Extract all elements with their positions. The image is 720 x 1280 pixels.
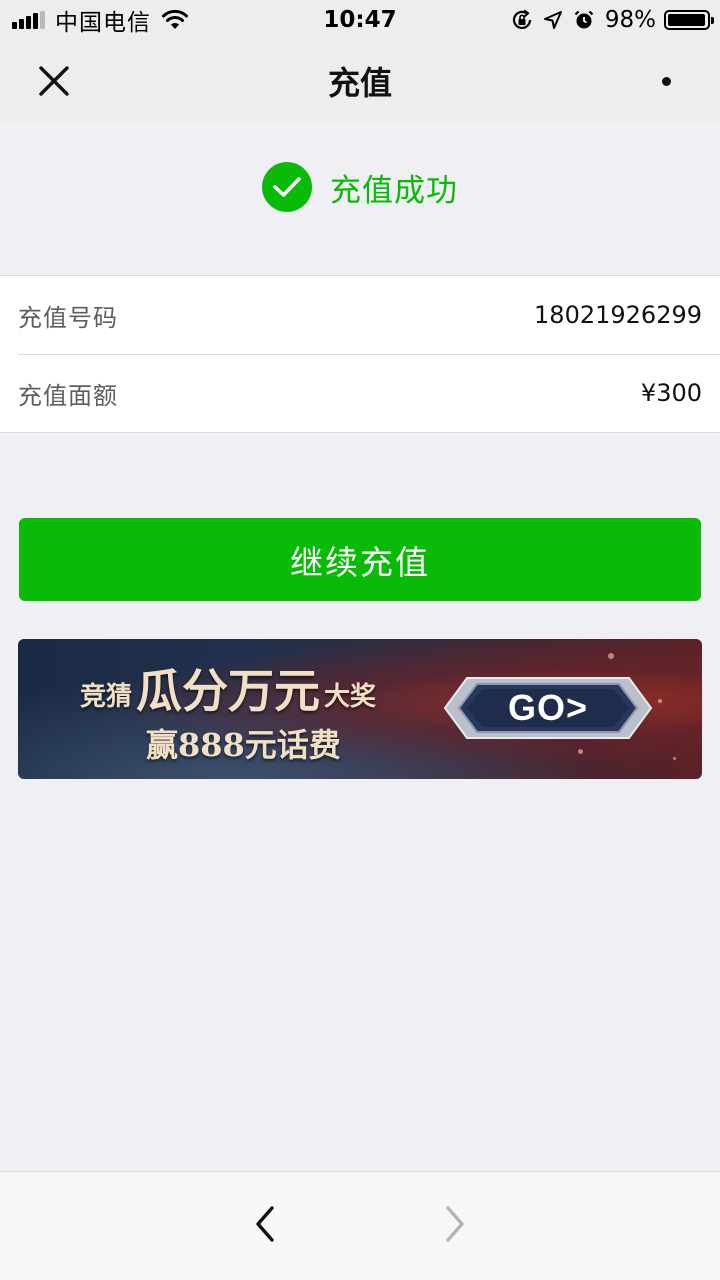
promo-main: 瓜分万元 [136,664,321,718]
promo-subline: 赢888元话费 [146,726,341,764]
detail-label: 充值面额 [18,381,118,410]
status-right: 98% [511,0,714,40]
promo-prefix: 竞猜 [80,682,133,712]
promo-go-button[interactable]: GO> [443,673,653,743]
success-banner: 充值成功 [0,122,720,252]
go-label: GO> [507,687,589,728]
detail-value: 18021926299 [534,301,702,329]
check-circle-icon [262,162,312,212]
back-button[interactable] [235,1194,295,1254]
continue-recharge-button[interactable]: 继续充值 [19,518,701,601]
promo-headline: 竞猜 瓜分万元 大奖 [80,649,376,721]
detail-label: 充值号码 [18,303,118,332]
promo-banner[interactable]: 竞猜 瓜分万元 大奖 赢888元话费 GO> [18,639,702,779]
more-button[interactable] [636,52,696,110]
top-chrome: 中国电信 10:47 98% 充值 [0,0,720,122]
alarm-icon [573,9,595,31]
forward-button[interactable] [425,1194,485,1254]
detail-row-amount: 充值面额 ¥300 [18,354,702,432]
battery-percent: 98% [604,7,656,33]
battery-icon [664,10,714,30]
recharge-details: 充值号码 18021926299 充值面额 ¥300 [0,275,720,433]
sparkle-decoration [608,653,614,659]
close-button[interactable] [24,52,84,110]
close-icon [39,66,69,96]
success-message: 充值成功 [330,172,458,209]
page-title: 充值 [327,64,392,102]
promo-suffix: 大奖 [324,682,377,712]
chevron-left-icon [256,1206,274,1242]
sparkle-decoration [658,699,662,703]
sparkle-decoration [673,757,676,760]
orientation-lock-icon [511,9,533,31]
detail-value: ¥300 [640,379,702,407]
sparkle-decoration [578,749,583,754]
status-bar: 中国电信 10:47 98% [0,0,720,40]
nav-bar: 充值 [0,40,720,122]
location-icon [543,10,563,30]
chevron-right-icon [446,1206,464,1242]
detail-row-phone: 充值号码 18021926299 [18,276,702,354]
more-icon [661,76,671,86]
bottom-toolbar [0,1171,720,1280]
